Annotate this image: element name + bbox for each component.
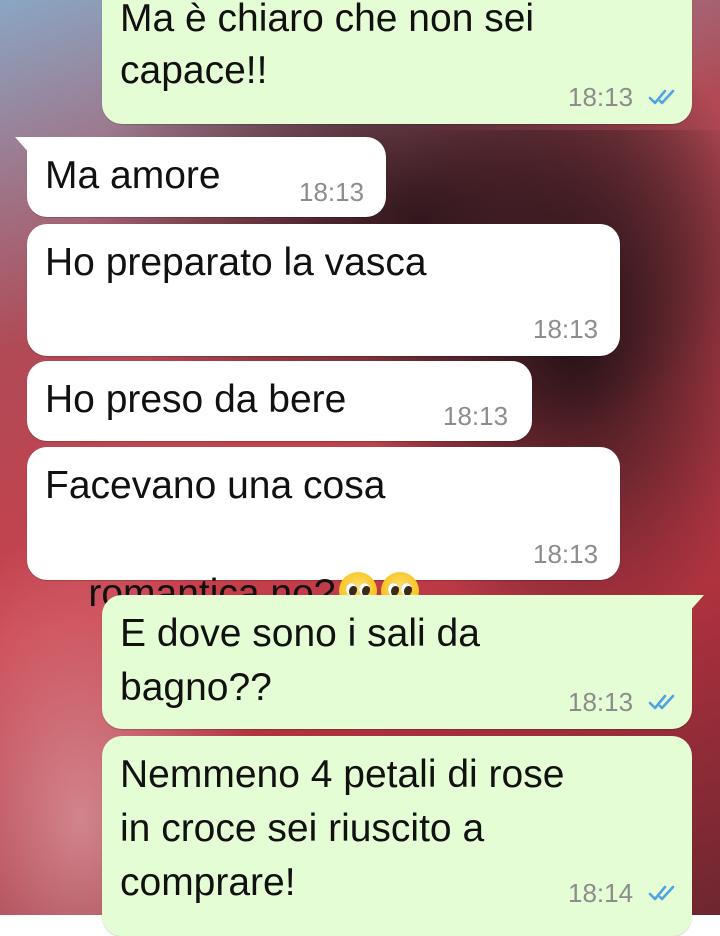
message-text-line: Ho preparato la vasca xyxy=(45,241,427,284)
incoming-message-bubble[interactable]: Facevano una cosa romantica no? 18:13 xyxy=(27,447,620,615)
read-double-check-icon xyxy=(648,89,675,105)
message-text-line: Ma è chiaro che non sei xyxy=(120,0,535,40)
message-text-line: Facevano una cosa xyxy=(45,464,386,507)
read-double-check-icon xyxy=(648,694,675,710)
message-timestamp: 18:13 xyxy=(533,314,599,344)
incoming-message-bubble[interactable]: Ho preso da bere 18:13 xyxy=(27,361,532,441)
message-timestamp: 18:13 xyxy=(443,401,509,431)
message-text-line: Ma amore xyxy=(45,154,221,197)
message-timestamp: 18:13 xyxy=(568,687,634,717)
outgoing-message-bubble[interactable]: Ma è chiaro che non sei capace!! 18:13 xyxy=(102,0,692,124)
message-text-line: comprare! xyxy=(120,861,296,904)
outgoing-message-bubble[interactable]: E dove sono i sali da bagno?? 18:13 xyxy=(102,595,704,729)
incoming-message-bubble[interactable]: Ma amore 18:13 xyxy=(15,137,386,217)
message-text-line: Ho preso da bere xyxy=(45,378,347,421)
message-text-line: bagno?? xyxy=(120,666,272,709)
message-timestamp: 18:13 xyxy=(533,539,599,569)
message-text-line: capace!! xyxy=(120,49,268,92)
outgoing-message-bubble[interactable]: Nemmeno 4 petali di rose in croce sei ri… xyxy=(102,736,692,936)
message-timestamp: 18:14 xyxy=(568,878,634,908)
message-text-line: Nemmeno 4 petali di rose xyxy=(120,753,565,796)
message-text-line: E dove sono i sali da xyxy=(120,612,480,655)
incoming-message-bubble[interactable]: Ho preparato la vasca 18:13 xyxy=(27,224,620,356)
message-timestamp: 18:13 xyxy=(299,177,365,207)
read-double-check-icon xyxy=(648,885,675,901)
message-timestamp: 18:13 xyxy=(568,82,634,112)
message-text-line: in croce sei riuscito a xyxy=(120,807,485,850)
